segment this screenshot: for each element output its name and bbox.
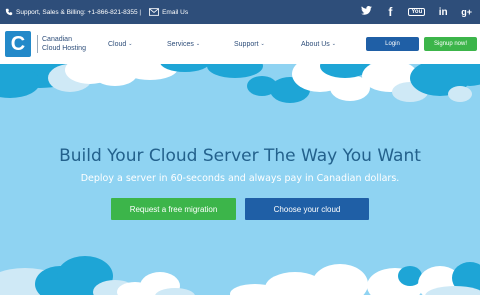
logo-text: Canadian Cloud Hosting bbox=[37, 35, 86, 53]
facebook-icon[interactable]: f bbox=[385, 5, 395, 19]
chevron-down-icon: ⌄ bbox=[260, 41, 265, 47]
nav-label: Cloud bbox=[108, 40, 127, 48]
logo-line-2: Cloud Hosting bbox=[42, 45, 86, 52]
support-contact[interactable]: Support, Sales & Billing: +1-866-821-835… bbox=[5, 8, 141, 16]
chevron-down-icon: ⌄ bbox=[331, 41, 336, 47]
linkedin-icon[interactable]: in bbox=[438, 7, 448, 18]
twitter-icon[interactable] bbox=[361, 5, 373, 18]
youtube-icon[interactable]: You bbox=[408, 8, 426, 16]
top-clouds bbox=[0, 64, 480, 103]
chevron-down-icon: ⌄ bbox=[128, 41, 133, 47]
top-contact-bar: Support, Sales & Billing: +1-866-821-835… bbox=[0, 0, 480, 24]
support-text: Support, Sales & Billing: +1-866-821-835… bbox=[16, 8, 142, 16]
bottom-clouds bbox=[0, 256, 480, 295]
email-us-link[interactable]: Email Us bbox=[149, 8, 188, 16]
hero-subtitle: Deploy a server in 60-seconds and always… bbox=[80, 173, 400, 184]
choose-cloud-button[interactable]: Choose your cloud bbox=[245, 198, 369, 220]
hero-title: Build Your Cloud Server The Way You Want bbox=[59, 146, 421, 166]
nav-item-services[interactable]: Services ⌄ bbox=[167, 41, 234, 48]
hero-section: Build Your Cloud Server The Way You Want… bbox=[0, 64, 480, 295]
nav-label: About Us bbox=[301, 40, 330, 48]
logo-line-1: Canadian bbox=[42, 36, 72, 43]
nav-label: Services bbox=[167, 40, 194, 48]
free-migration-button[interactable]: Request a free migration bbox=[111, 198, 236, 220]
logo-mark: C bbox=[5, 31, 31, 57]
site-logo[interactable]: C Canadian Cloud Hosting bbox=[5, 31, 86, 57]
nav-label: Support bbox=[234, 40, 259, 48]
login-button[interactable]: Login bbox=[366, 37, 419, 51]
nav-item-support[interactable]: Support ⌄ bbox=[234, 41, 301, 48]
main-header: C Canadian Cloud Hosting Cloud ⌄ Service… bbox=[0, 24, 480, 64]
signup-button[interactable]: Signup now! bbox=[424, 37, 477, 51]
email-us-label: Email Us bbox=[162, 8, 189, 16]
chevron-down-icon: ⌄ bbox=[195, 41, 201, 47]
nav-item-cloud[interactable]: Cloud ⌄ bbox=[108, 41, 167, 48]
phone-icon bbox=[5, 8, 13, 16]
social-links: f You in g+ bbox=[361, 0, 472, 24]
googleplus-icon[interactable]: g+ bbox=[461, 7, 472, 17]
nav-item-about-us[interactable]: About Us ⌄ bbox=[301, 41, 361, 48]
envelope-icon bbox=[149, 8, 160, 16]
main-nav: Cloud ⌄ Services ⌄ Support ⌄ About Us ⌄ bbox=[108, 24, 361, 64]
